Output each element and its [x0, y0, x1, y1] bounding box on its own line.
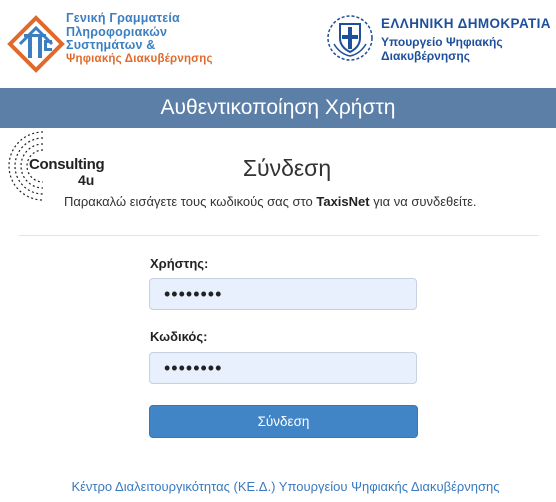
divider	[19, 235, 539, 236]
gsis-line: Συστημάτων &	[66, 38, 156, 52]
ministry-text: ΕΛΛΗΝΙΚΗ ΔΗΜΟΚΡΑΤΙΑ Υπουργείο Ψηφιακής Δ…	[381, 16, 551, 64]
login-title: Σύνδεση	[242, 155, 332, 181]
instructions-before: Παρακαλώ εισάγετε τους κωδικούς σας στο	[64, 194, 317, 209]
banner-title: Αυθεντικοποίηση Χρήστη	[160, 96, 396, 119]
greek-emblem-icon	[327, 15, 373, 61]
login-instructions: Παρακαλώ εισάγετε τους κωδικούς σας στο …	[64, 194, 477, 209]
login-button[interactable]: Σύνδεση	[149, 405, 418, 438]
ked-footer-link[interactable]: Κέντρο Διαλειτουργικότητας (ΚΕ.Δ.) Υπουρ…	[0, 479, 556, 494]
gsis-logo-text: Γενική Γραμματεία Πληροφοριακών Συστημάτ…	[66, 11, 213, 66]
header: Γενική Γραμματεία Πληροφοριακών Συστημάτ…	[0, 0, 556, 86]
gsis-line: Γενική Γραμματεία	[66, 11, 180, 25]
gsis-line: Πληροφοριακών	[66, 24, 168, 39]
gsis-logo-icon	[7, 15, 65, 73]
password-label: Κωδικός:	[150, 329, 208, 344]
gov-title: ΕΛΛΗΝΙΚΗ ΔΗΜΟΚΡΑΤΙΑ	[381, 16, 551, 31]
ministry-line2: Διακυβέρνησης	[381, 49, 470, 63]
password-input[interactable]	[149, 352, 417, 384]
gsis-line: Ψηφιακής Διακυβέρνησης	[66, 52, 213, 65]
auth-banner: Αυθεντικοποίηση Χρήστη	[0, 88, 556, 128]
instructions-after: για να συνδεθείτε.	[369, 194, 477, 209]
username-label: Χρήστης:	[150, 256, 209, 271]
ministry-line1: Υπουργείο Ψηφιακής	[381, 35, 503, 49]
username-input[interactable]	[149, 278, 417, 310]
instructions-taxisnet: TaxisNet	[316, 194, 370, 209]
